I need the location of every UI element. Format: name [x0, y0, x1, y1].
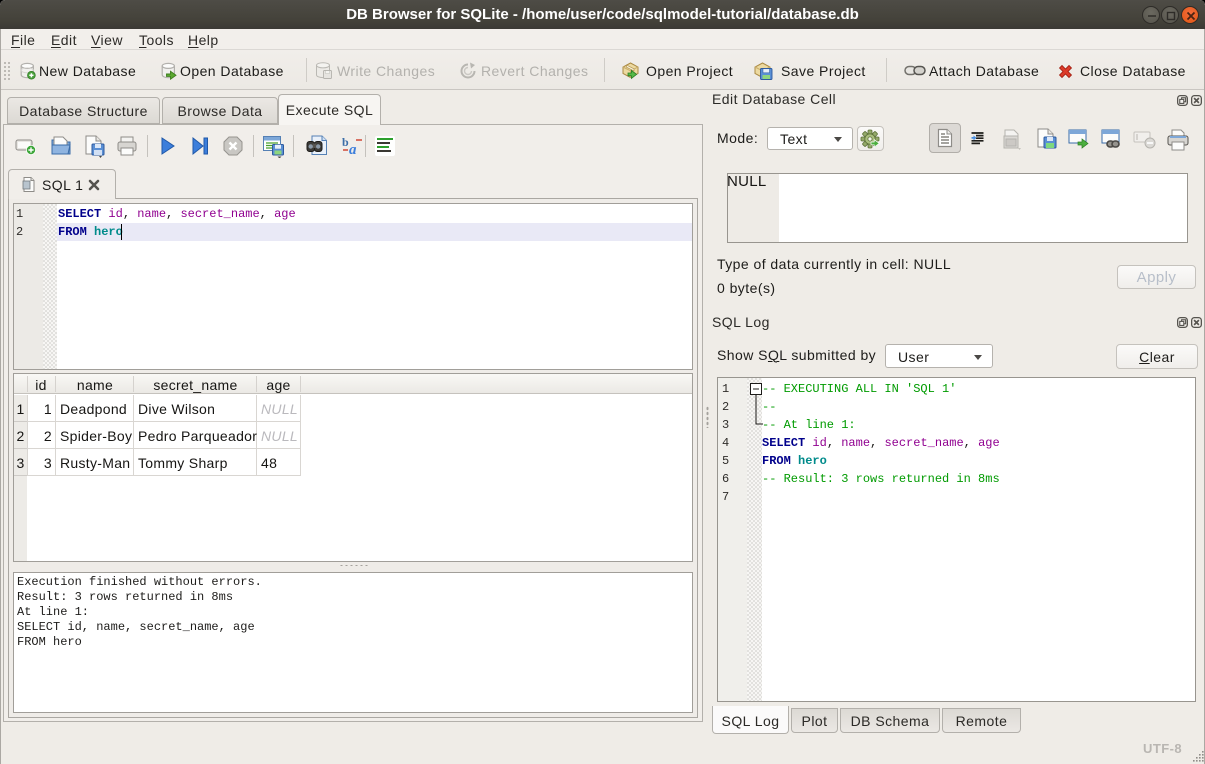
svg-text:a: a: [349, 142, 357, 158]
